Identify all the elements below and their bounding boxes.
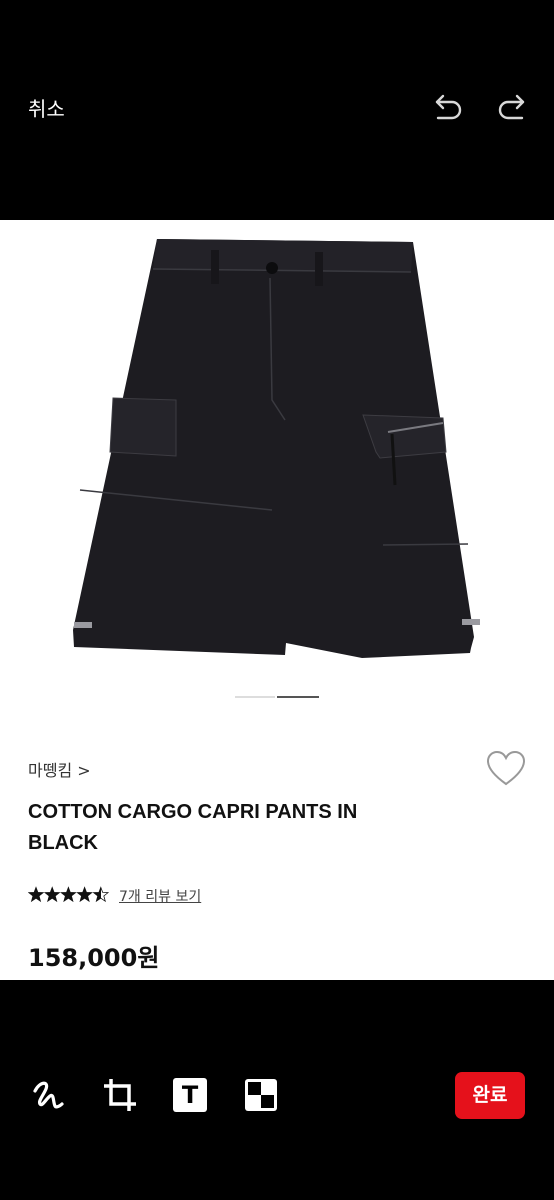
star-icon [92,886,110,903]
heart-icon[interactable] [486,750,526,788]
star-icon [28,886,45,903]
gallery-pager [0,696,554,700]
text-icon[interactable]: T [173,1078,207,1112]
redo-icon[interactable] [494,90,528,124]
cancel-button[interactable]: 취소 [28,93,65,122]
rating-stars [28,886,110,903]
editor-bottom-bar: T 완료 [0,980,554,1200]
mosaic-icon[interactable] [244,1078,278,1112]
star-icon [43,886,61,903]
done-button[interactable]: 완료 [455,1072,525,1119]
editor-top-bar: 취소 [0,0,554,220]
screenshot-content: 마뗑킴 > COTTON CARGO CAPRI PANTS IN BLACK … [0,220,554,980]
product-price: 158,000원 [28,944,160,972]
undo-icon[interactable] [432,90,466,124]
product-title: COTTON CARGO CAPRI PANTS IN BLACK [28,801,358,854]
crop-icon[interactable] [102,1077,138,1113]
draw-icon[interactable] [30,1077,66,1113]
pager-dot[interactable] [235,696,275,698]
pager-dot-active[interactable] [277,696,319,698]
cargo-shorts-photo [0,220,554,680]
star-icon [76,886,93,903]
review-link[interactable]: 7개 리뷰 보기 [119,886,201,906]
star-icon [60,886,77,903]
brand-link[interactable]: 마뗑킴 > [28,757,91,781]
